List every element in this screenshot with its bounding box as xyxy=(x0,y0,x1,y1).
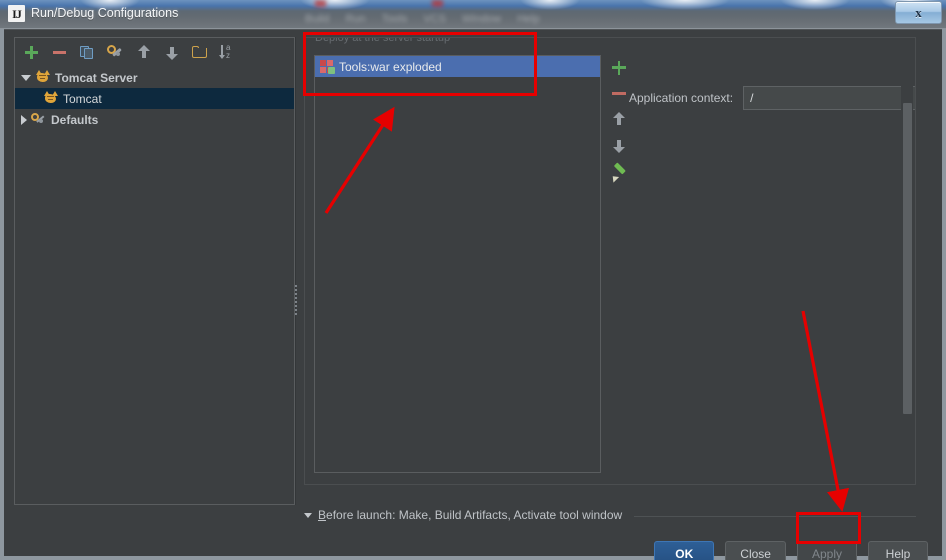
configuration-detail-panel: Deploy at the server startup Tools:war e… xyxy=(304,37,916,485)
remove-artifact-button[interactable] xyxy=(611,85,628,102)
create-folder-button[interactable] xyxy=(191,44,208,61)
tree-node-defaults[interactable]: Defaults xyxy=(15,109,294,130)
move-artifact-up-button[interactable] xyxy=(611,111,628,128)
chevron-down-icon[interactable] xyxy=(21,74,31,81)
clipped-section-header: Deploy at the server startup xyxy=(305,38,915,54)
window-frame: az Tomcat Server Tomcat Defaults Deploy … xyxy=(0,29,946,560)
list-item-label: Tools:war exploded xyxy=(339,59,442,74)
clipped-header-text: Deploy at the server startup xyxy=(315,38,451,44)
ghost-menu-item: Run xyxy=(345,12,366,25)
apply-button[interactable]: Apply xyxy=(796,540,857,560)
chevron-right-icon[interactable] xyxy=(21,114,27,125)
copy-configuration-button[interactable] xyxy=(79,44,96,61)
scrollbar-thumb[interactable] xyxy=(903,103,912,414)
before-launch-text: efore launch: Make, Build Artifacts, Act… xyxy=(326,508,623,522)
tomcat-icon xyxy=(35,70,51,85)
background-menu-bar-ghost: Build Run Tools VCS Window Help xyxy=(305,11,725,26)
remove-configuration-button[interactable] xyxy=(51,44,68,61)
section-rule xyxy=(634,515,916,517)
dialog-button-bar: OK Close Apply Help xyxy=(4,533,942,560)
tree-node-label: Tomcat xyxy=(63,91,102,106)
application-context-row: Application context: xyxy=(629,86,915,110)
close-icon: x xyxy=(915,4,922,20)
panel-splitter-handle[interactable] xyxy=(292,282,299,318)
detail-panel-scrollbar[interactable] xyxy=(901,39,913,484)
move-artifact-down-button[interactable] xyxy=(611,137,628,154)
window-title-bar: Build Run Tools VCS Window Help IJ Run/D… xyxy=(0,0,946,29)
before-launch-section: Before launch: Make, Build Artifacts, Ac… xyxy=(304,506,916,524)
sort-configurations-button[interactable]: az xyxy=(219,44,236,61)
dialog-content: az Tomcat Server Tomcat Defaults Deploy … xyxy=(4,29,942,560)
wrench-icon xyxy=(31,112,47,127)
ok-button[interactable]: OK xyxy=(654,540,715,560)
add-artifact-button[interactable] xyxy=(611,59,628,76)
tree-node-tomcat-server[interactable]: Tomcat Server xyxy=(15,67,294,88)
application-context-combobox[interactable] xyxy=(743,86,915,110)
tree-toolbar: az xyxy=(15,38,294,67)
tree-node-label: Defaults xyxy=(51,112,99,127)
close-button[interactable]: Close xyxy=(725,540,786,560)
help-button[interactable]: Help xyxy=(868,540,928,560)
edit-defaults-button[interactable] xyxy=(107,44,124,61)
tree-node-label: Tomcat Server xyxy=(55,70,138,85)
list-item[interactable]: Tools:war exploded xyxy=(315,56,600,77)
before-launch-mnemonic: B xyxy=(318,508,327,522)
application-context-label: Application context: xyxy=(629,91,734,105)
panel-divider xyxy=(295,37,296,505)
edit-artifact-button[interactable] xyxy=(609,162,628,183)
ghost-menu-item: VCS xyxy=(423,12,446,25)
run-debug-configurations-dialog: Build Run Tools VCS Window Help IJ Run/D… xyxy=(0,0,946,560)
app-icon-label: IJ xyxy=(12,6,22,21)
before-launch-label: Before launch: Make, Build Artifacts, Ac… xyxy=(318,508,622,522)
tomcat-icon xyxy=(43,91,59,106)
ghost-menu-item: Window xyxy=(461,12,502,25)
artifact-icon xyxy=(320,59,335,74)
move-up-button[interactable] xyxy=(135,44,152,61)
ghost-menu-item: Help xyxy=(517,12,540,25)
ghost-menu-item: Tools xyxy=(381,12,408,25)
tree-node-tomcat[interactable]: Tomcat xyxy=(15,88,294,109)
window-close-button[interactable]: x xyxy=(895,1,942,24)
ghost-menu-item: Build xyxy=(305,12,330,25)
configurations-tree-panel: az Tomcat Server Tomcat Defaults xyxy=(14,37,295,505)
deployment-artifacts-list[interactable]: Tools:war exploded xyxy=(314,55,601,473)
move-down-button[interactable] xyxy=(163,44,180,61)
configurations-tree: Tomcat Server Tomcat Defaults xyxy=(15,67,294,504)
chevron-down-icon[interactable] xyxy=(304,512,312,518)
intellij-idea-icon: IJ xyxy=(8,5,25,22)
deployment-toolbar xyxy=(608,55,630,473)
window-title: Run/Debug Configurations xyxy=(31,6,179,20)
add-configuration-button[interactable] xyxy=(23,44,40,61)
application-context-input[interactable] xyxy=(744,87,915,109)
